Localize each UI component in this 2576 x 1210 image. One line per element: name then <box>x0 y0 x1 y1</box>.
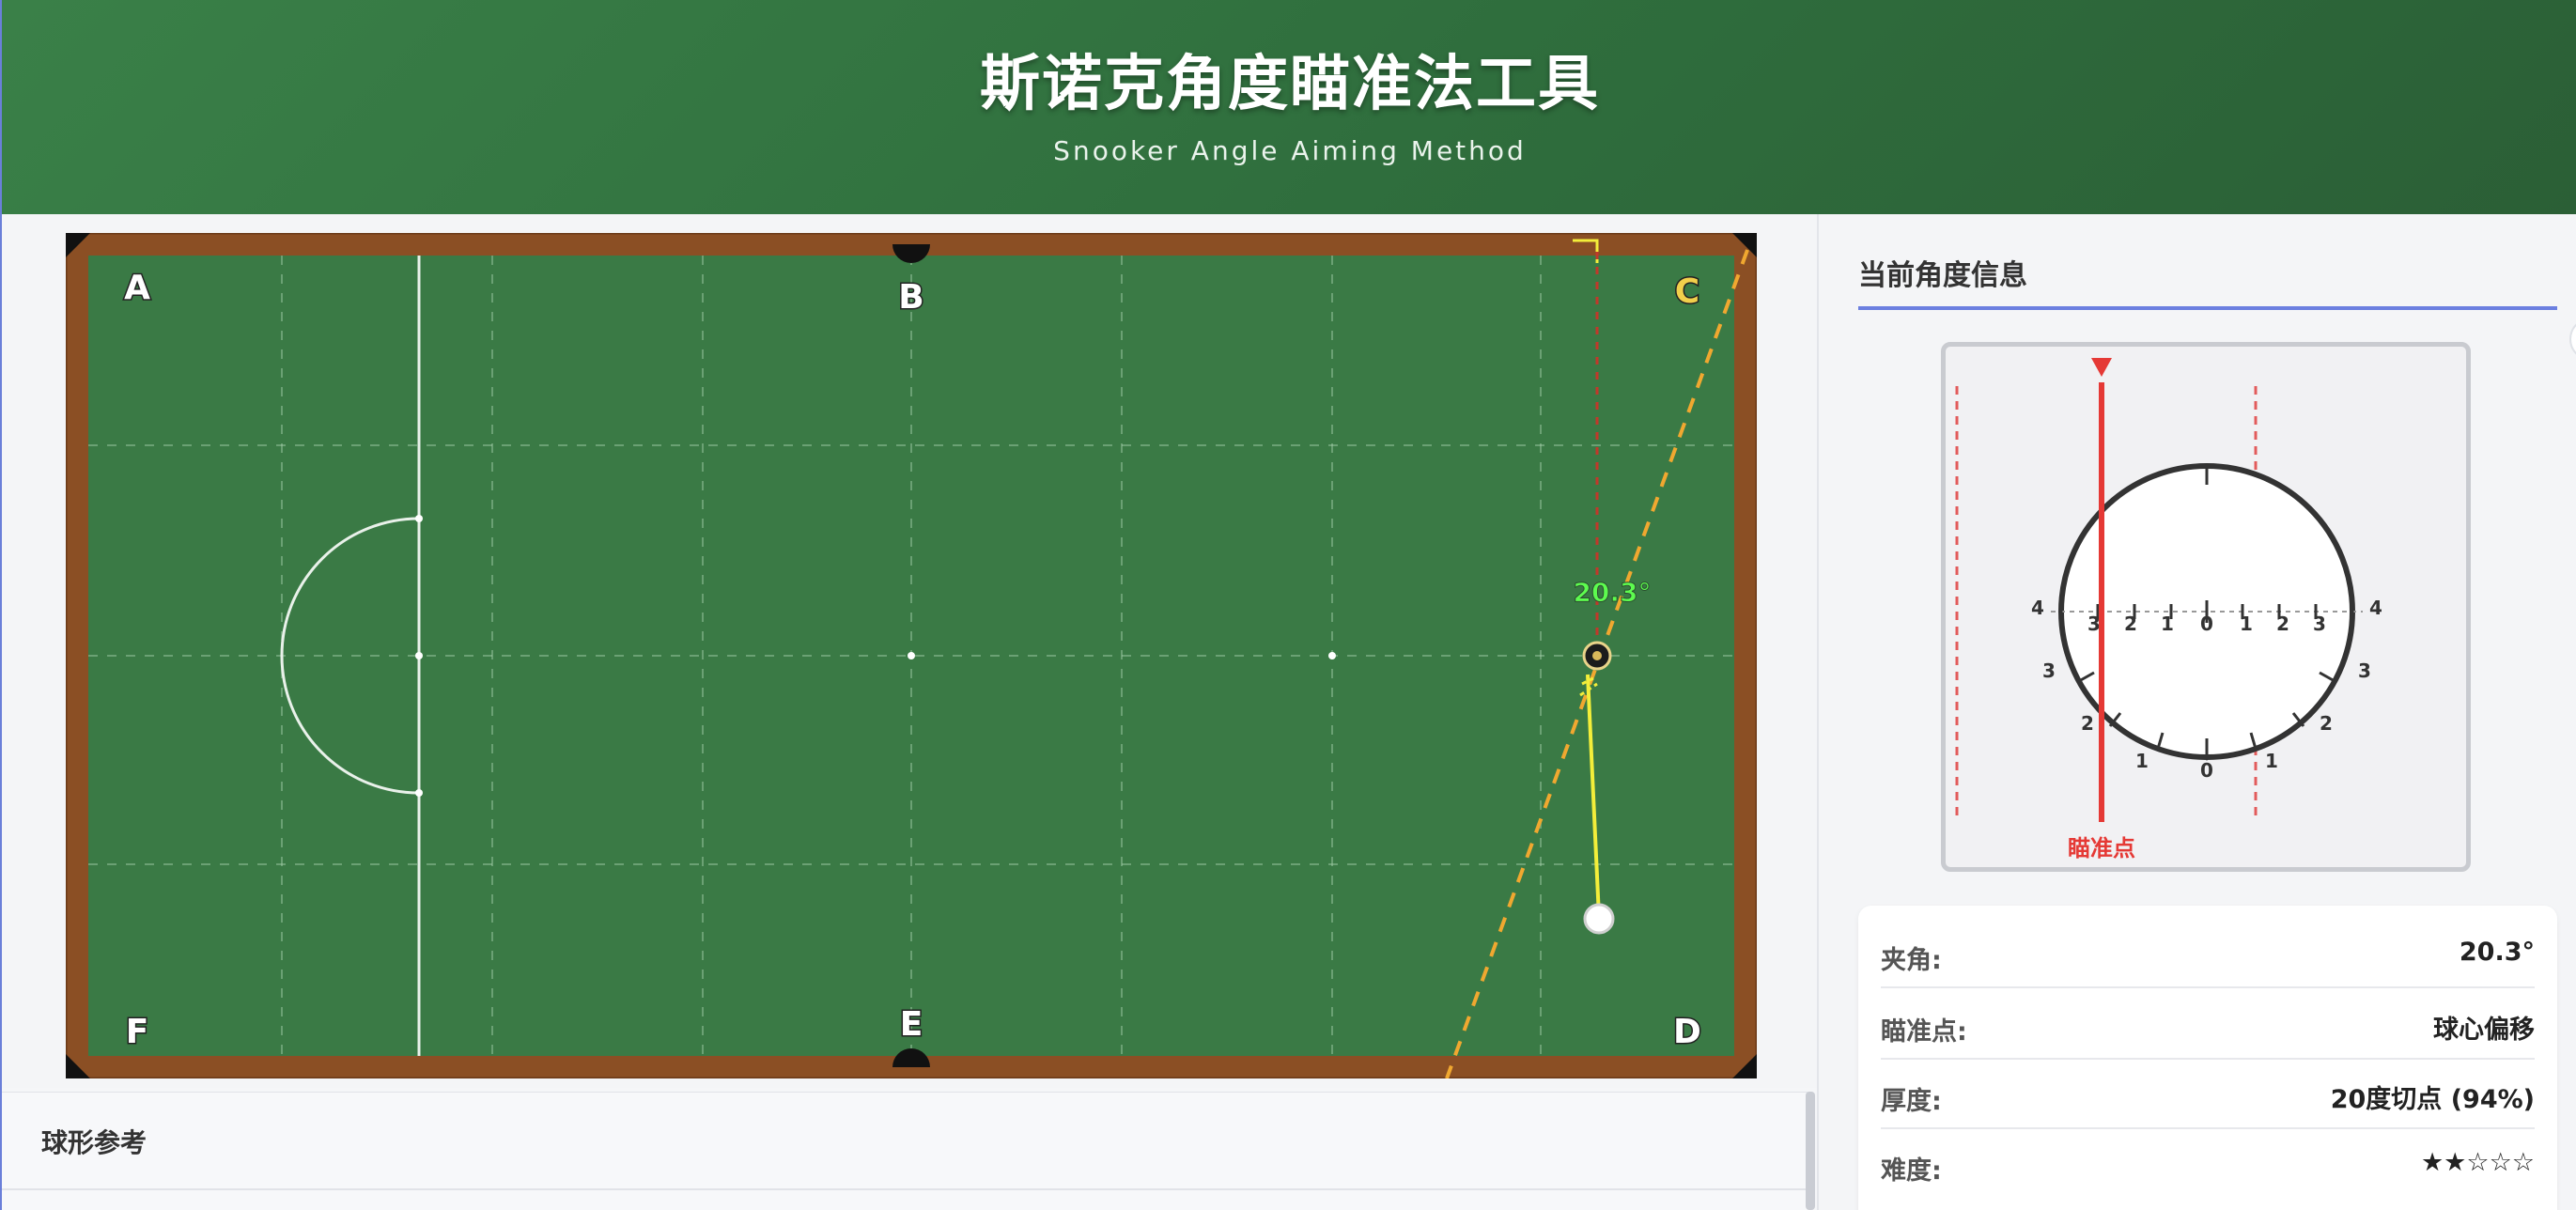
panel-title-underline <box>1858 306 2557 310</box>
object-ball-center <box>1592 651 1602 660</box>
info-value-angle: 20.3° <box>2459 938 2535 967</box>
pocket-label-c: C <box>1675 272 1699 311</box>
info-row-angle: 夹角: 20.3° <box>1881 917 2535 988</box>
snooker-table[interactable]: 20.3° A B C D E F <box>66 233 1757 1078</box>
gauge-label-l2: 1 <box>2135 750 2149 772</box>
gauge-label-h3: 1 <box>2161 613 2174 635</box>
gauge-label-h0: 4 <box>2031 597 2044 619</box>
info-value-thickness: 20度切点 (94%) <box>2330 1085 2535 1114</box>
pocket-label-f: F <box>126 1013 149 1051</box>
pocket-label-b: B <box>898 278 923 317</box>
pocket-label-d: D <box>1673 1013 1701 1051</box>
reference-panel: 球形参考 <box>2 1092 1808 1210</box>
reference-title: 球形参考 <box>41 1127 147 1158</box>
page-header: 斯诺克角度瞄准法工具 Snooker Angle Aiming Method <box>2 0 2576 214</box>
pocket-label-e: E <box>900 1005 923 1044</box>
page-subtitle: Snooker Angle Aiming Method <box>1053 135 1527 166</box>
gauge-label-h5: 1 <box>2240 613 2253 635</box>
gauge-label-r2: 1 <box>2265 750 2278 772</box>
gauge-label-l1: 2 <box>2081 712 2094 735</box>
reference-scrollbar[interactable] <box>1806 1092 1815 1210</box>
info-label-aim-point: 瞄准点: <box>1881 1017 1967 1047</box>
cue-ball[interactable] <box>1583 903 1615 935</box>
gauge-label-h8: 4 <box>2369 597 2382 619</box>
angle-info-card: 夹角: 20.3° 瞄准点: 球心偏移 厚度: 20度切点 (94%) 难度: … <box>1858 906 2557 1210</box>
aim-gauge: 4 3 2 1 0 1 2 3 4 3 2 1 3 2 1 0 瞄准点 <box>1941 342 2471 872</box>
info-value-difficulty: ★★☆☆☆ <box>2420 1148 2535 1177</box>
angle-info-panel: 当前角度信息 4 3 2 1 0 1 2 3 4 3 2 1 3 2 1 0 瞄… <box>1817 214 2576 1210</box>
pocket-label-a: A <box>124 269 150 307</box>
gauge-label-h6: 2 <box>2276 613 2289 635</box>
gauge-label-h1: 3 <box>2087 613 2101 635</box>
aim-pointer-icon <box>2091 358 2112 377</box>
app-window: 斯诺克角度瞄准法工具 Snooker Angle Aiming Method 2… <box>0 0 2576 1210</box>
gauge-label-bottom: 0 <box>2200 759 2213 782</box>
page-title: 斯诺克角度瞄准法工具 <box>980 50 1600 119</box>
gauge-label-r1: 2 <box>2320 712 2333 735</box>
table-area: 20.3° A B C D E F <box>2 214 1817 1088</box>
gauge-label-r0: 3 <box>2358 659 2371 682</box>
collapse-arrow-icon[interactable] <box>2563 316 2576 363</box>
gauge-label-l0: 3 <box>2042 659 2056 682</box>
panel-title: 当前角度信息 <box>1858 259 2027 292</box>
gauge-label-h7: 3 <box>2313 613 2326 635</box>
reference-divider <box>2 1188 1808 1190</box>
info-row-aim-point: 瞄准点: 球心偏移 <box>1881 988 2535 1060</box>
info-label-angle: 夹角: <box>1881 946 1942 975</box>
info-label-thickness: 厚度: <box>1881 1087 1942 1116</box>
info-row-thickness: 厚度: 20度切点 (94%) <box>1881 1058 2535 1129</box>
info-value-aim-point: 球心偏移 <box>2433 1016 2535 1045</box>
angle-label: 20.3° <box>1573 577 1651 608</box>
gauge-label-h2: 2 <box>2124 613 2137 635</box>
aim-point-label: 瞄准点 <box>2068 835 2135 861</box>
gauge-label-h4: 0 <box>2200 613 2213 635</box>
info-row-difficulty: 难度: ★★☆☆☆ <box>1881 1127 2535 1197</box>
info-label-difficulty: 难度: <box>1881 1156 1942 1186</box>
aim-gauge-svg: 4 3 2 1 0 1 2 3 4 3 2 1 3 2 1 0 瞄准点 <box>1955 358 2382 861</box>
